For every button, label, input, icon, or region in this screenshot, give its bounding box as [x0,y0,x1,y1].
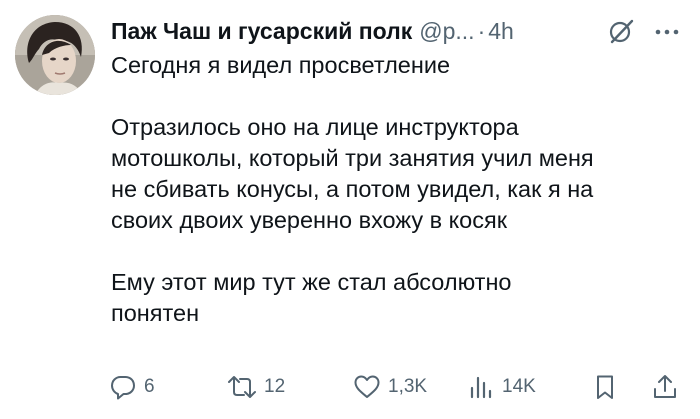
avatar-image [15,15,95,95]
reply-icon [111,376,135,400]
repost-count: 12 [264,376,286,397]
views-icon [470,376,492,399]
views-button[interactable]: 14K [466,367,536,407]
tweet-paragraph: Отразилось оно на лице инструктора мотош… [111,114,594,233]
tweet-paragraph: Сегодня я видел просветление [111,52,451,78]
like-count: 1,3K [388,376,428,397]
views-count: 14K [502,376,536,397]
author-handle[interactable]: @p... [419,14,474,48]
heart-icon [354,375,380,398]
bookmark-icon [597,375,613,399]
separator-dot: · [477,18,486,44]
avatar[interactable] [15,15,95,95]
reply-button[interactable]: 6 [108,367,155,407]
author-name[interactable]: Паж Чаш и гусарский полк [111,14,412,48]
tweet-paragraph: Ему этот мир тут же стал абсолютно понят… [111,269,512,326]
bookmark-button[interactable] [590,367,620,407]
grok-icon[interactable] [607,18,635,46]
repost-icon [228,376,256,398]
share-button[interactable] [650,367,680,407]
share-icon [654,375,676,398]
like-button[interactable]: 1,3K [352,367,427,407]
action-bar: 6 12 1,3K 14K [108,367,688,407]
tweet[interactable]: Паж Чаш и гусарский полк @p... · 4h Сего… [0,0,700,419]
tweet-text: Сегодня я видел просветление Отразилось … [111,50,686,329]
reply-count: 6 [144,376,155,397]
tweet-header: Паж Чаш и гусарский полк @p... · 4h [111,14,514,48]
repost-button[interactable]: 12 [226,367,285,407]
more-icon[interactable] [651,22,683,42]
timestamp[interactable]: 4h [488,14,514,48]
